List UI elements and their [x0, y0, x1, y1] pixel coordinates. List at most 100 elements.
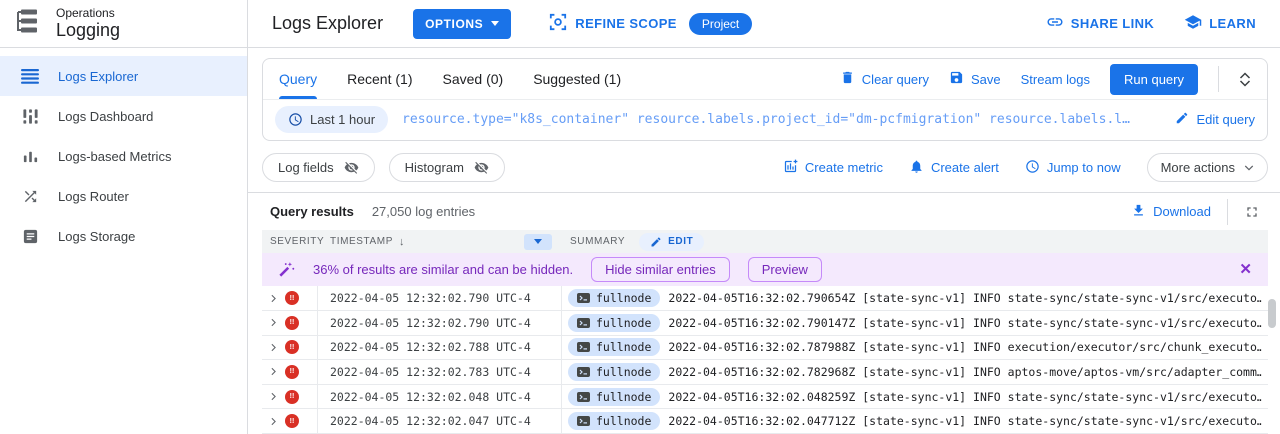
fullscreen-icon[interactable] [1244, 204, 1260, 220]
error-severity-icon: !! [285, 365, 299, 379]
create-alert-button[interactable]: Create alert [909, 159, 999, 177]
severity-cell: !! [262, 311, 318, 335]
learn-button[interactable]: LEARN [1184, 13, 1256, 34]
download-label: Download [1153, 204, 1211, 219]
log-summary-text: 2022-04-05T16:32:02.047712Z [state-sync-… [668, 414, 1262, 428]
clear-query-button[interactable]: Clear query [840, 70, 929, 88]
run-query-button[interactable]: Run query [1110, 64, 1198, 95]
summary-cell: fullnode 2022-04-05T16:32:02.047712Z [st… [562, 409, 1268, 433]
error-severity-icon: !! [285, 291, 299, 305]
expand-chevron-icon[interactable] [267, 415, 280, 428]
save-button[interactable]: Save [949, 70, 1001, 88]
summary-header-label: SUMMARY [570, 236, 625, 247]
sidebar-item-logs-based-metrics[interactable]: Logs-based Metrics [0, 136, 247, 176]
tab-recent[interactable]: Recent (1) [347, 59, 412, 99]
toolbar-right-actions: Create metric Create alert Jump to now [783, 153, 1268, 182]
edit-query-label: Edit query [1196, 112, 1255, 127]
close-icon[interactable]: ✕ [1239, 262, 1252, 277]
pencil-icon [1175, 111, 1189, 128]
container-badge[interactable]: fullnode [568, 289, 660, 307]
more-actions-button[interactable]: More actions [1147, 153, 1268, 182]
container-badge[interactable]: fullnode [568, 388, 660, 406]
share-link-button[interactable]: SHARE LINK [1046, 13, 1154, 34]
pencil-icon [650, 236, 662, 248]
column-summary: SUMMARY EDIT [562, 233, 1268, 251]
container-badge[interactable]: fullnode [568, 314, 660, 332]
table-header: SEVERITY TIMESTAMP ↓ SUMMARY EDIT [262, 230, 1268, 253]
results-header-actions: Download [1131, 199, 1260, 225]
options-button[interactable]: OPTIONS [413, 9, 511, 39]
log-row[interactable]: !! 2022-04-05 12:32:02.790 UTC-4 fullnod… [262, 311, 1268, 336]
storage-document-icon [20, 226, 40, 246]
column-severity: SEVERITY [262, 236, 318, 247]
timestamp-cell: 2022-04-05 12:32:02.047 UTC-4 [318, 409, 562, 433]
vertical-scrollbar[interactable] [1268, 299, 1276, 328]
column-timestamp[interactable]: TIMESTAMP ↓ [318, 234, 562, 250]
log-row[interactable]: !! 2022-04-05 12:32:02.047 UTC-4 fullnod… [262, 409, 1268, 434]
container-badge[interactable]: fullnode [568, 338, 660, 356]
timestamp-cell: 2022-04-05 12:32:02.788 UTC-4 [318, 336, 562, 360]
badge-label: fullnode [596, 291, 651, 305]
hide-similar-entries-button[interactable]: Hide similar entries [591, 257, 730, 282]
container-badge[interactable]: fullnode [568, 412, 660, 430]
log-row[interactable]: !! 2022-04-05 12:32:02.048 UTC-4 fullnod… [262, 385, 1268, 410]
jump-to-now-button[interactable]: Jump to now [1025, 159, 1121, 177]
bell-icon [909, 159, 924, 177]
expand-chevron-icon[interactable] [267, 365, 280, 378]
histogram-toggle[interactable]: Histogram [389, 153, 505, 182]
brand-text: Operations Logging [56, 6, 120, 41]
expand-chevron-icon[interactable] [267, 390, 280, 403]
expand-chevron-icon[interactable] [267, 316, 280, 329]
log-fields-toggle[interactable]: Log fields [262, 153, 375, 182]
badge-label: fullnode [596, 340, 651, 354]
time-range-label: Last 1 hour [310, 112, 375, 127]
log-row[interactable]: !! 2022-04-05 12:32:02.788 UTC-4 fullnod… [262, 336, 1268, 361]
tab-suggested[interactable]: Suggested (1) [533, 59, 621, 99]
trash-icon [840, 70, 855, 88]
tab-query[interactable]: Query [279, 59, 317, 99]
create-metric-button[interactable]: Create metric [783, 159, 883, 177]
log-row[interactable]: !! 2022-04-05 12:32:02.783 UTC-4 fullnod… [262, 360, 1268, 385]
severity-cell: !! [262, 409, 318, 433]
logs-explorer-app: Operations Logging Logs Explorer OPTIONS… [0, 0, 1280, 434]
timestamp-header-label: TIMESTAMP [330, 236, 393, 247]
edit-summary-button[interactable]: EDIT [639, 233, 704, 251]
severity-cell: !! [262, 336, 318, 360]
sidebar-item-logs-explorer[interactable]: Logs Explorer [0, 56, 247, 96]
terminal-icon [577, 367, 590, 377]
container-badge[interactable]: fullnode [568, 363, 660, 381]
query-text[interactable]: resource.type="k8s_container" resource.l… [402, 112, 1161, 127]
time-range-chip[interactable]: Last 1 hour [275, 106, 388, 133]
terminal-icon [577, 293, 590, 303]
log-summary-text: 2022-04-05T16:32:02.787988Z [state-sync-… [668, 340, 1262, 354]
terminal-icon [577, 416, 590, 426]
more-actions-label: More actions [1161, 160, 1235, 175]
results-header: Query results 27,050 log entries Downloa… [262, 193, 1268, 230]
sidebar-item-logs-dashboard[interactable]: Logs Dashboard [0, 96, 247, 136]
chevron-down-icon [491, 21, 499, 26]
download-button[interactable]: Download [1131, 203, 1211, 221]
stream-logs-button[interactable]: Stream logs [1021, 72, 1090, 87]
expand-chevron-icon[interactable] [267, 292, 280, 305]
edit-query-button[interactable]: Edit query [1175, 111, 1255, 128]
collapse-expand-button[interactable] [1239, 72, 1251, 87]
severity-cell: !! [262, 286, 318, 310]
terminal-icon [577, 392, 590, 402]
save-icon [949, 70, 964, 88]
timestamp-cell: 2022-04-05 12:32:02.790 UTC-4 [318, 311, 562, 335]
scope-project-badge[interactable]: Project [689, 13, 752, 35]
refine-scope-button[interactable]: REFINE SCOPE [549, 13, 677, 34]
timestamp-dropdown-button[interactable] [524, 234, 552, 250]
sidebar-item-logs-storage[interactable]: Logs Storage [0, 216, 247, 256]
log-row[interactable]: !! 2022-04-05 12:32:02.790 UTC-4 fullnod… [262, 286, 1268, 311]
magic-wand-icon [278, 261, 295, 278]
header-main: Logs Explorer OPTIONS REFINE SCOPE Proje… [248, 0, 1280, 47]
expand-chevron-icon[interactable] [267, 341, 280, 354]
download-icon [1131, 203, 1146, 221]
sidebar-item-logs-router[interactable]: Logs Router [0, 176, 247, 216]
preview-button[interactable]: Preview [748, 257, 822, 282]
top-right-actions: SHARE LINK LEARN [1046, 13, 1256, 34]
sort-descending-icon[interactable]: ↓ [399, 236, 405, 248]
visibility-off-icon [344, 160, 359, 175]
tab-saved[interactable]: Saved (0) [442, 59, 503, 99]
